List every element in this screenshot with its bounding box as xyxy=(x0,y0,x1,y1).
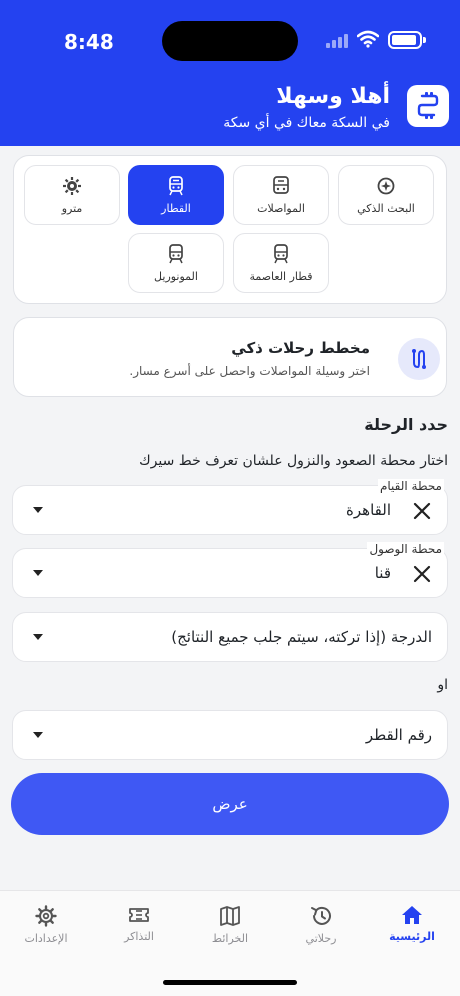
smart-search-icon xyxy=(377,177,395,194)
mode-label: المونوريل xyxy=(154,269,198,283)
departure-value: القاهرة xyxy=(346,501,391,519)
mode-smart-search[interactable]: البحث الذكي xyxy=(338,165,434,225)
tab-label: الرئيسية xyxy=(389,930,435,943)
dynamic-island xyxy=(162,21,298,61)
planner-subtitle: اختر وسيلة المواصلات واحصل على أسرع مسار… xyxy=(129,364,370,378)
tab-settings[interactable]: الإعدادات xyxy=(11,905,81,955)
mode-metro[interactable]: مترو xyxy=(24,165,120,225)
mode-label: البحث الذكي xyxy=(357,201,415,215)
mode-label: القطار xyxy=(161,201,191,215)
train-icon xyxy=(169,175,183,195)
trip-section-title: حدد الرحلة xyxy=(364,415,448,434)
page-subtitle: في السكة معاك في أي سكة xyxy=(223,115,390,131)
mode-transport[interactable]: المواصلات xyxy=(233,165,329,225)
transport-icon xyxy=(273,175,289,194)
show-button[interactable]: عرض xyxy=(11,773,449,835)
battery-icon xyxy=(388,31,422,49)
map-icon xyxy=(220,906,240,926)
app-logo-icon xyxy=(407,85,449,127)
page-title: أهلا وسهلا xyxy=(276,84,390,109)
status-bar: 8:48 xyxy=(0,0,460,82)
tab-tickets[interactable]: التذاكر xyxy=(104,905,174,955)
route-icon xyxy=(398,338,440,380)
gear-icon xyxy=(35,905,57,927)
tab-maps[interactable]: الخرائط xyxy=(195,905,265,955)
mode-label: مترو xyxy=(61,201,83,215)
mode-label: المواصلات xyxy=(257,201,305,215)
chevron-down-icon xyxy=(33,634,43,640)
clear-arrival-icon[interactable] xyxy=(413,565,431,583)
or-divider-text: او xyxy=(437,677,448,693)
home-indicator xyxy=(163,980,297,985)
chevron-down-icon xyxy=(33,570,43,576)
class-select[interactable]: الدرجة (إذا تركته، سيتم جلب جميع النتائج… xyxy=(12,612,448,662)
cellular-signal-icon xyxy=(326,34,350,48)
mode-capital-train[interactable]: قطار العاصمة xyxy=(233,233,329,293)
monorail-icon xyxy=(169,243,183,263)
trip-section-subtitle: اختار محطة الصعود والنزول علشان تعرف خط … xyxy=(139,453,448,469)
planner-title: مخطط رحلات ذكي xyxy=(231,339,370,357)
train-number-select[interactable]: رقم القطر xyxy=(12,710,448,760)
arrival-label: محطة الوصول xyxy=(367,542,444,556)
smart-planner-card[interactable]: مخطط رحلات ذكي اختر وسيلة المواصلات واحص… xyxy=(13,317,447,397)
chevron-down-icon xyxy=(33,507,43,513)
train-number-placeholder: رقم القطر xyxy=(365,726,432,744)
tab-label: الخرائط xyxy=(211,932,249,945)
arrival-value: قنا xyxy=(374,564,391,582)
ticket-icon xyxy=(129,908,149,922)
capital-train-icon xyxy=(274,243,288,263)
history-icon xyxy=(311,906,331,925)
clear-departure-icon[interactable] xyxy=(413,502,431,520)
mode-train[interactable]: القطار xyxy=(128,165,224,225)
tab-home[interactable]: الرئيسية xyxy=(377,905,447,955)
mode-monorail[interactable]: المونوريل xyxy=(128,233,224,293)
home-icon xyxy=(402,906,422,924)
tab-my-trips[interactable]: رحلاتي xyxy=(286,905,356,955)
metro-icon xyxy=(63,176,81,195)
tab-label: التذاكر xyxy=(124,930,154,943)
status-time: 8:48 xyxy=(64,30,114,54)
chevron-down-icon xyxy=(33,732,43,738)
tab-label: الإعدادات xyxy=(24,932,68,945)
departure-label: محطة القيام xyxy=(377,479,444,493)
class-placeholder: الدرجة (إذا تركته، سيتم جلب جميع النتائج… xyxy=(171,628,432,646)
tab-label: رحلاتي xyxy=(305,932,337,945)
mode-label: قطار العاصمة xyxy=(249,269,313,283)
wifi-icon xyxy=(357,30,379,48)
